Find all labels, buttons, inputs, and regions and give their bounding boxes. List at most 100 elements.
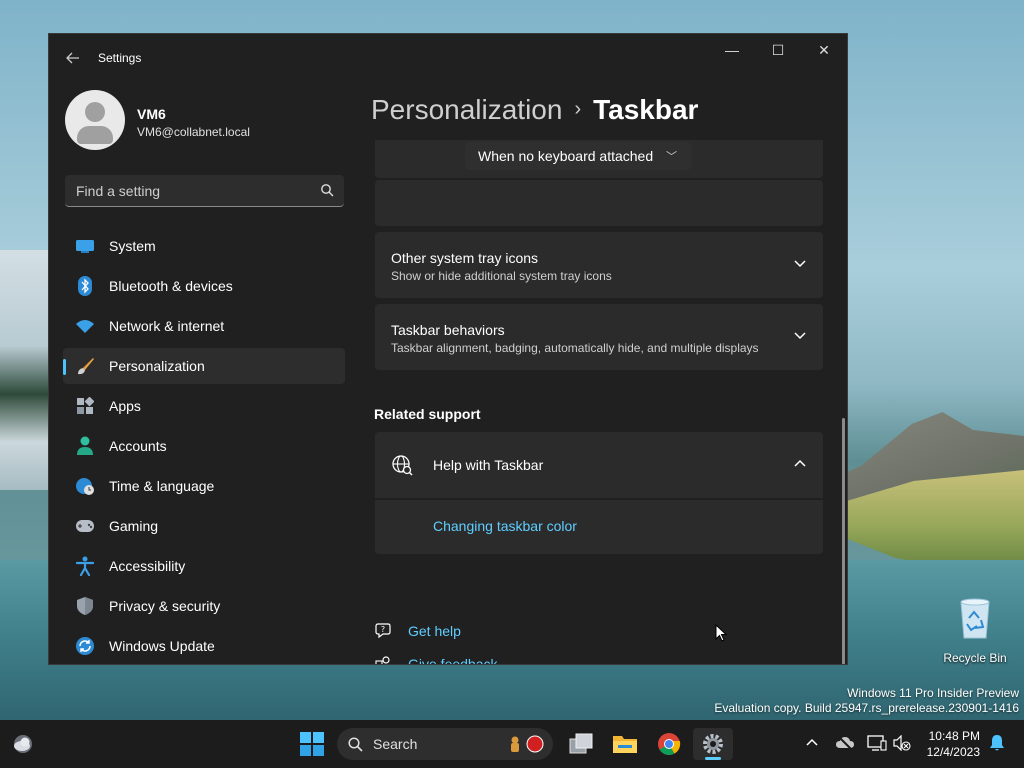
sidebar-item-windows-update[interactable]: Windows Update [63,628,345,664]
taskbar-search-box[interactable]: Search [337,728,553,760]
sidebar-item-apps[interactable]: Apps [63,388,345,424]
settings-taskbar-button[interactable] [693,728,733,760]
chevron-up-icon [794,459,806,467]
keyboard-attached-dropdown[interactable]: When no keyboard attached ﹀ [465,142,691,170]
wifi-icon [75,316,95,336]
sidebar-item-label: Accounts [109,438,167,454]
taskbar: Search 10:48 PM 12/4/2023 [0,720,1024,768]
globe-clock-icon [75,476,95,496]
watermark-line-2: Evaluation copy. Build 25947.rs_prerelea… [714,701,1019,715]
gamepad-icon [75,516,95,536]
user-name: VM6 [137,106,166,122]
sidebar-item-accounts[interactable]: Accounts [63,428,345,464]
sidebar-item-personalization[interactable]: Personalization [63,348,345,384]
help-with-taskbar-content: Changing taskbar color [375,500,823,554]
minimize-button[interactable]: — [709,34,755,66]
file-explorer-button[interactable] [605,728,645,760]
empty-setting-card [375,180,823,226]
user-email: VM6@collabnet.local [137,125,250,139]
taskbar-behaviors-title: Taskbar behaviors [391,322,505,338]
give-feedback-link[interactable]: Give feedback [375,653,498,665]
network-monitor-icon [867,735,887,751]
page-title: Taskbar [593,94,699,125]
active-app-indicator [705,757,721,760]
bluetooth-icon [75,276,95,296]
sidebar-item-label: System [109,238,156,254]
accessibility-icon [75,556,95,576]
get-help-link[interactable]: ? Get help [375,620,461,642]
sidebar-item-system[interactable]: System [63,228,345,264]
scrollbar[interactable] [842,418,845,664]
taskbar-behaviors-subtitle: Taskbar alignment, badging, automaticall… [391,341,759,355]
sidebar-item-label: Privacy & security [109,598,221,614]
cloud-offline-icon [836,735,854,751]
show-hidden-icons-button[interactable] [801,732,823,754]
dropdown-value: When no keyboard attached [478,148,654,164]
volume-tray-button[interactable] [891,732,913,754]
brush-icon [75,356,95,376]
start-button[interactable] [297,730,327,758]
recycle-bin-desktop-icon[interactable]: Recycle Bin [941,596,1009,665]
chevron-down-icon [794,260,806,268]
help-with-taskbar-expander[interactable]: Help with Taskbar [375,432,823,498]
avatar-head [85,102,105,122]
close-button[interactable]: ✕ [801,34,847,66]
sidebar: VM6 VM6@collabnet.local Find a setting S… [49,82,359,664]
sidebar-item-time-language[interactable]: Time & language [63,468,345,504]
clock-time: 10:48 PM [928,729,980,743]
sidebar-item-bluetooth[interactable]: Bluetooth & devices [63,268,345,304]
feedback-icon [375,656,390,664]
help-chat-icon: ? [375,623,391,639]
chevron-down-icon: ﹀ [666,151,677,163]
taskbar-search-label: Search [373,736,418,752]
gear-icon [703,734,723,754]
svg-text:?: ? [381,625,385,634]
sidebar-item-label: Apps [109,398,141,414]
network-tray-button[interactable] [866,732,888,754]
search-input[interactable]: Find a setting [65,175,344,207]
changing-taskbar-color-link[interactable]: Changing taskbar color [433,518,577,534]
chrome-button[interactable] [649,728,689,760]
sidebar-item-network[interactable]: Network & internet [63,308,345,344]
back-button[interactable] [61,46,85,70]
title-bar[interactable]: Settings — ☐ ✕ [49,34,847,82]
sidebar-item-label: Personalization [109,358,205,374]
other-tray-icons-expander[interactable]: Other system tray icons Show or hide add… [375,232,823,298]
sidebar-item-gaming[interactable]: Gaming [63,508,345,544]
give-feedback-label: Give feedback [408,656,498,665]
monitor-icon [75,236,95,256]
bell-icon [990,735,1004,751]
apps-icon [75,396,95,416]
volume-muted-icon [893,735,911,751]
chevron-up-icon [806,738,818,746]
maximize-button[interactable]: ☐ [755,34,801,66]
weather-widget-icon[interactable] [10,732,36,756]
clock-date: 12/4/2023 [926,745,980,759]
recycle-bin-icon [960,598,990,639]
breadcrumb-parent[interactable]: Personalization [371,94,562,125]
taskbar-behaviors-expander[interactable]: Taskbar behaviors Taskbar alignment, bad… [375,304,823,370]
person-icon [75,436,95,456]
avatar[interactable] [65,90,125,150]
task-view-icon [569,733,593,754]
search-placeholder: Find a setting [76,183,161,199]
get-help-label: Get help [408,623,461,639]
taskbar-clock[interactable]: 10:48 PM 12/4/2023 [916,728,980,760]
sidebar-item-label: Network & internet [109,318,225,334]
evaluation-watermark: Windows 11 Pro Insider Preview Evaluatio… [714,686,1019,716]
onedrive-tray-button[interactable] [834,732,856,754]
sidebar-item-accessibility[interactable]: Accessibility [63,548,345,584]
sidebar-item-label: Time & language [109,478,215,494]
other-tray-title: Other system tray icons [391,250,539,266]
task-view-button[interactable] [561,728,601,760]
settings-window: Settings — ☐ ✕ VM6 VM6@collabnet.local F… [48,33,848,665]
breadcrumb: Personalization › Taskbar [371,94,698,126]
notifications-button[interactable] [986,732,1008,754]
search-highlight-icon [511,735,544,753]
chevron-down-icon [794,332,806,340]
keyboard-setting-card: When no keyboard attached ﹀ [375,140,823,178]
sidebar-item-privacy[interactable]: Privacy & security [63,588,345,624]
windows-logo-icon [300,732,324,756]
shield-icon [75,596,95,616]
recycle-bin-label: Recycle Bin [943,651,1007,665]
